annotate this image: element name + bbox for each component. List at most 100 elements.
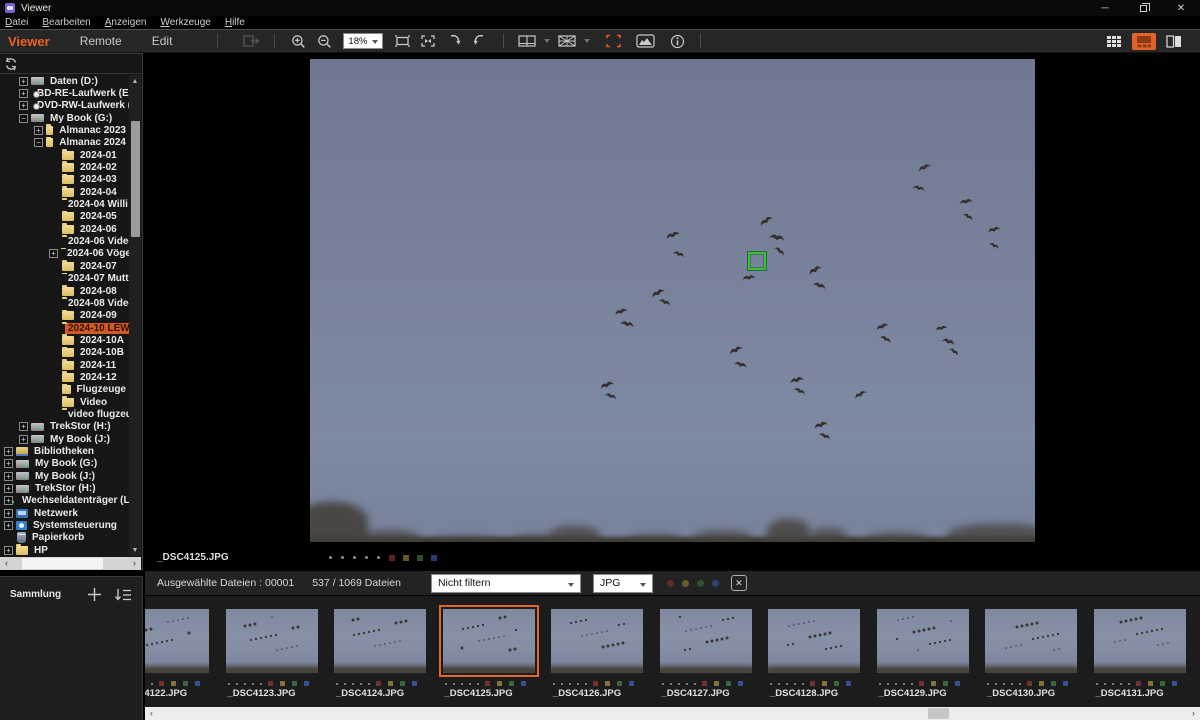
thumbnail-rating-row[interactable] (228, 681, 316, 686)
thumbnail-frame[interactable] (981, 605, 1081, 677)
scroll-right-arrow[interactable]: › (128, 557, 141, 570)
tree-vertical-scrollbar[interactable]: ▲ ▼ (129, 75, 141, 556)
minimize-button[interactable]: ─ (1086, 0, 1124, 16)
thumbnail-frame[interactable] (873, 605, 973, 677)
tree-horizontal-scrollbar[interactable]: ‹ › (0, 557, 141, 570)
expand-icon[interactable]: + (4, 509, 13, 518)
label-chip[interactable] (412, 681, 417, 686)
multi-view-icon[interactable] (516, 31, 538, 51)
label-chip[interactable] (726, 681, 731, 686)
zoom-out-icon[interactable] (313, 31, 335, 51)
label-chip[interactable] (1039, 681, 1044, 686)
thumbnail-image[interactable] (768, 609, 860, 673)
tree-item-2024-09[interactable]: 2024-09 (0, 310, 129, 322)
tree-item-daten-d-[interactable]: +Daten (D:) (0, 75, 129, 87)
filmstrip-thumbnail--dsc4123-jpg[interactable]: _DSC4123.JPG (218, 596, 327, 699)
label-chip[interactable] (1160, 681, 1165, 686)
expand-icon[interactable]: + (4, 521, 13, 530)
label-chip[interactable] (955, 681, 960, 686)
rating-dot[interactable] (365, 556, 368, 559)
label-chip[interactable] (280, 681, 285, 686)
label-chip[interactable] (617, 681, 622, 686)
restore-button[interactable] (1124, 0, 1162, 16)
rating-dot[interactable] (1019, 683, 1021, 685)
fit-screen-icon[interactable] (417, 31, 439, 51)
collapse-icon[interactable]: − (19, 114, 28, 123)
label-chip[interactable] (738, 681, 743, 686)
label-chip[interactable] (931, 681, 936, 686)
label-chip[interactable] (389, 555, 395, 561)
rating-dot[interactable] (445, 683, 447, 685)
rating-dot[interactable] (341, 556, 344, 559)
filmstrip-thumbnail--dsc4129-jpg[interactable]: _DSC4129.JPG (869, 596, 978, 699)
tree-hscroll-thumb[interactable] (22, 558, 103, 569)
tree-item-video-flugzeuge[interactable]: video flugzeuge (0, 408, 129, 420)
expand-icon[interactable]: + (19, 77, 28, 86)
histogram-icon[interactable] (634, 31, 656, 51)
rating-dot[interactable] (377, 556, 380, 559)
thumbnail-image[interactable] (985, 609, 1077, 673)
tree-item-trekstor-h-[interactable]: +TrekStor (H:) (0, 421, 129, 433)
label-chip[interactable] (431, 555, 437, 561)
rating-dot[interactable] (477, 683, 479, 685)
expand-icon[interactable]: + (4, 447, 13, 456)
label-chip[interactable] (629, 681, 634, 686)
filmstrip-thumbnail--dsc4131-jpg[interactable]: _DSC4131.JPG (1086, 596, 1195, 699)
scroll-up-arrow[interactable]: ▲ (129, 75, 141, 87)
collapse-icon[interactable]: − (34, 138, 43, 147)
tree-item-my-book-j-[interactable]: +My Book (J:) (0, 470, 129, 482)
rating-dot[interactable] (1128, 683, 1130, 685)
thumbnail-rating-row[interactable] (553, 681, 641, 686)
rating-dot[interactable] (670, 683, 672, 685)
rating-dot[interactable] (569, 683, 571, 685)
tree-item-systemsteuerung[interactable]: +Systemsteuerung (0, 519, 129, 531)
filmstrip-thumbnail--dsc4122-jpg[interactable]: _DSC4122.JPG (145, 596, 218, 699)
thumbnail-frame[interactable] (330, 605, 430, 677)
rating-dot[interactable] (802, 683, 804, 685)
thumbnail-image[interactable] (443, 609, 535, 673)
thumbnail-image[interactable] (660, 609, 752, 673)
scroll-down-arrow[interactable]: ▼ (129, 544, 141, 556)
rating-dot[interactable] (329, 556, 332, 559)
label-chip[interactable] (1051, 681, 1056, 686)
label-chip[interactable] (400, 681, 405, 686)
thumbnail-rating-row[interactable] (662, 681, 750, 686)
tree-item-2024-08-video[interactable]: 2024-08 Video (0, 297, 129, 309)
label-chip[interactable] (1136, 681, 1141, 686)
label-chip[interactable] (1027, 681, 1032, 686)
label-chip[interactable] (171, 681, 176, 686)
label-chip[interactable] (822, 681, 827, 686)
view-mode-filmstrip-button[interactable] (1132, 33, 1156, 50)
rating-dot[interactable] (662, 683, 664, 685)
label-chip[interactable] (403, 555, 409, 561)
fit-frame-icon[interactable] (391, 31, 413, 51)
info-icon[interactable] (666, 31, 688, 51)
thumbnail-image[interactable] (145, 609, 209, 673)
rating-dot[interactable] (561, 683, 563, 685)
zoom-level-select[interactable]: 18% (343, 33, 383, 49)
rating-dot[interactable] (694, 683, 696, 685)
tab-viewer[interactable]: Viewer (8, 34, 50, 49)
rating-dot[interactable] (879, 683, 881, 685)
label-chip[interactable] (1063, 681, 1068, 686)
tree-item-hp[interactable]: +HP (0, 544, 129, 556)
filmstrip-thumbnail--dsc4128-jpg[interactable]: _DSC4128.JPG (760, 596, 869, 699)
tree-item-2024-07[interactable]: 2024-07 (0, 260, 129, 272)
rating-dot[interactable] (686, 683, 688, 685)
rating-dot[interactable] (469, 683, 471, 685)
menu-item-werkzeuge[interactable]: Werkzeuge (155, 17, 219, 28)
tree-item-2024-08[interactable]: 2024-08 (0, 285, 129, 297)
tree-item-2024-11[interactable]: 2024-11 (0, 359, 129, 371)
rating-dot[interactable] (344, 683, 346, 685)
export-icon[interactable] (240, 31, 262, 51)
tree-item-almanac-2024[interactable]: −Almanac 2024 (0, 137, 129, 149)
filter-label-chip[interactable] (712, 580, 719, 587)
rating-dot[interactable] (1120, 683, 1122, 685)
tree-item-2024-07-mutter[interactable]: 2024-07 Mutter (0, 273, 129, 285)
tree-item-flugzeuge[interactable]: Flugzeuge (0, 384, 129, 396)
filter-label-chip[interactable] (667, 580, 674, 587)
menu-item-bearbeiten[interactable]: Bearbeiten (37, 17, 99, 28)
thumbnail-frame[interactable] (764, 605, 864, 677)
compare-icon[interactable] (556, 31, 578, 51)
filter-label-chip[interactable] (682, 580, 689, 587)
